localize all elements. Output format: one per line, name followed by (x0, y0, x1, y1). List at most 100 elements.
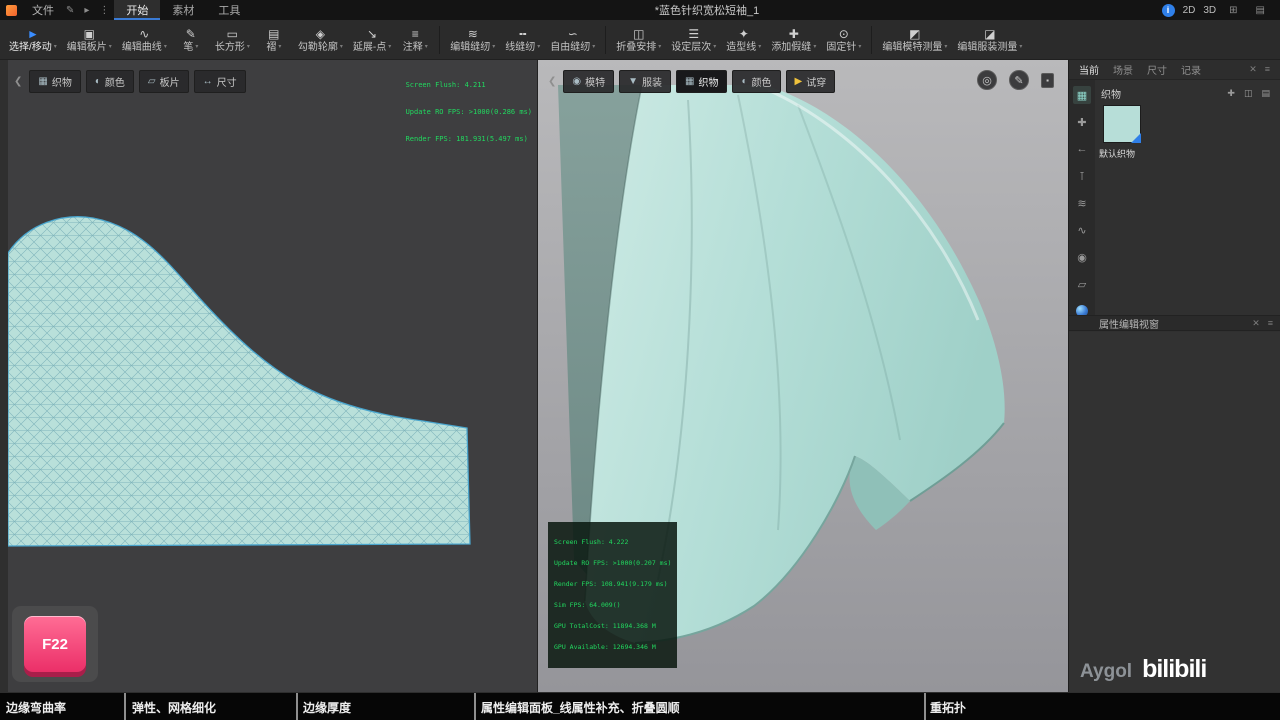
overflow-dots-icon[interactable]: ⋮ (94, 5, 114, 16)
debug-stats-3d: Screen Flush: 4.222 Update RO FPS: >1000… (548, 522, 678, 668)
menu-file[interactable]: 文件 (25, 0, 61, 20)
property-editor-header[interactable]: 属性编辑视窗 ✕ ≡ (1069, 315, 1280, 331)
extend-point-icon: ↘ (367, 27, 378, 41)
tool-label: 褶 (266, 42, 277, 53)
left-edge-strip (0, 60, 8, 692)
tool-pleat[interactable]: ▤ 褶 ▾ (255, 20, 293, 59)
debug-line: Render FPS: 108.941(9.179 ms) (554, 580, 668, 588)
app-logo-icon (6, 4, 17, 16)
sidebar-tab-size[interactable]: 尺寸 (1147, 62, 1167, 77)
tool-edit-sewing[interactable]: ≋ 编辑缝纫 ▾ (445, 20, 500, 59)
chapter-tick (474, 693, 476, 720)
sidebar-tab-current[interactable]: 当前 (1079, 62, 1099, 77)
fabric-swatch[interactable] (1103, 105, 1141, 143)
garment-3d-viewport[interactable]: ❮ ◉ 模特 ▼ 服装 ▦ 织物 ◐ 颜色 ▶ 试穿 ◎ ✎ ▪ Screen … (537, 60, 1069, 692)
view3d-tab-fabric[interactable]: ▦ 织物 (676, 70, 728, 93)
tool-rectangle[interactable]: ▭ 长方形 ▾ (210, 20, 255, 59)
view3d-corner-tools: ◎ ✎ ▪ (977, 70, 1054, 90)
tool-edit-garment-measure[interactable]: ◪ 编辑服装测量 ▾ (952, 20, 1027, 59)
arrow-left-icon[interactable]: ← (1073, 140, 1091, 158)
hotkey-f22: F22 (24, 616, 86, 672)
ribbon-tab-start[interactable]: 开始 (114, 0, 161, 20)
tool-set-layer[interactable]: ☰ 设定层次 ▾ (666, 20, 721, 59)
mode-3d-button[interactable]: 3D (1203, 5, 1216, 16)
tool-trace-outline[interactable]: ◈ 勾勒轮廓 ▾ (293, 20, 348, 59)
color-icon: ◐ (94, 76, 101, 87)
tool-pin[interactable]: ⊙ 固定针 ▾ (821, 20, 866, 59)
view3d-tab-avatar[interactable]: ◉ 模特 (563, 70, 615, 93)
tool-edit-curve[interactable]: ∿ 编辑曲线 ▾ (117, 20, 172, 59)
style-line-icon: ✦ (738, 27, 749, 41)
tool-label: 编辑曲线 (121, 42, 162, 53)
debug-line: GPU Available: 12694.346 M (554, 643, 656, 651)
add-fabric-icon[interactable]: ✚ (1227, 88, 1235, 99)
caret-icon: ▾ (388, 44, 392, 50)
view2d-tab-pattern[interactable]: ▱ 板片 (138, 70, 189, 93)
layout-panel-icon[interactable]: ▤ (1251, 5, 1270, 16)
render-mode-icon[interactable]: ◎ (977, 70, 997, 90)
uploader-watermark: Aygol (1080, 661, 1133, 682)
view3d-tab-tryon[interactable]: ▶ 试穿 (785, 70, 836, 93)
tool-fold-arrange[interactable]: ◫ 折叠安排 ▾ (611, 20, 666, 59)
tool-label: 设定层次 (671, 42, 712, 53)
tool-annotation[interactable]: ≡ 注释 ▾ (396, 20, 434, 59)
pattern-2d-viewport[interactable]: ❮ ▦ 织物 ◐ 颜色 ▱ 板片 ↔ 尺寸 Screen Flush: 4.21… (8, 60, 537, 692)
video-chapter-bar[interactable]: 边缘弯曲率 弹性、网格细化 边缘厚度 属性编辑面板_线属性补充、折叠圆顺 重拓扑 (0, 692, 1280, 720)
chapter-label: 重拓扑 (930, 701, 967, 715)
button-icon[interactable]: ◉ (1073, 248, 1091, 266)
sidebar-tab-scene[interactable]: 场景 (1113, 62, 1133, 77)
tool-pen[interactable]: ✎ 笔 ▾ (172, 20, 210, 59)
pin-icon[interactable]: ⊺ (1073, 167, 1091, 185)
grid-view-icon[interactable]: ◫ (1244, 88, 1253, 99)
viewport-mini-button[interactable]: ▪ (1041, 72, 1054, 88)
tool-select-move[interactable]: ► 选择/移动 ▾ (4, 20, 62, 59)
fabric-icon[interactable]: ▦ (1073, 86, 1091, 104)
tool-add-basting[interactable]: ✚ 添加假缝 ▾ (766, 20, 821, 59)
caret-icon: ▾ (246, 44, 250, 50)
tool-edit-pattern[interactable]: ▣ 编辑板片 ▾ (62, 20, 117, 59)
tool-label: 编辑服装测量 (957, 42, 1018, 53)
grid-icon[interactable]: ⊞ (1224, 5, 1242, 16)
view2d-tab-size[interactable]: ↔ 尺寸 (193, 70, 246, 93)
account-icon[interactable]: i (1161, 3, 1175, 17)
document-title: *蓝色针织宽松短袖_1 (654, 5, 760, 17)
close-icon[interactable]: ✕ (1252, 318, 1260, 329)
app-window: 文件 ✎ ▸ ⋮ 开始 素材 工具 *蓝色针织宽松短袖_1 i 2D 3D ⊞ … (0, 0, 1280, 720)
view2d-tab-fabric[interactable]: ▦ 织物 (29, 70, 81, 93)
tool-segment-sewing[interactable]: ╍ 线缝纫 ▾ (500, 20, 545, 59)
collapse-left-icon[interactable]: ❮ (546, 76, 558, 87)
collapse-left-icon[interactable]: ❮ (12, 76, 24, 87)
trim-icon[interactable]: ▱ (1073, 275, 1091, 293)
arrow-icon[interactable]: ▸ (79, 5, 94, 16)
ribbon-tab-material[interactable]: 素材 (160, 0, 206, 20)
zigzag-icon[interactable]: ≋ (1073, 194, 1091, 212)
close-icon[interactable]: ✕ (1249, 64, 1257, 75)
menu-icon[interactable]: ≡ (1265, 64, 1270, 75)
ribbon-tab-tools[interactable]: 工具 (206, 0, 252, 20)
caret-icon: ▾ (339, 44, 343, 50)
menu-icon[interactable]: ≡ (1268, 318, 1273, 329)
tool-free-sewing[interactable]: ∽ 自由缝纫 ▾ (545, 20, 600, 59)
pattern-icon: ▱ (147, 76, 156, 87)
sidebar-tab-record[interactable]: 记录 (1181, 62, 1201, 77)
tool-edit-avatar-measure[interactable]: ◩ 编辑模特测量 ▾ (877, 20, 952, 59)
tool-style-line[interactable]: ✦ 造型线 ▾ (721, 20, 766, 59)
view3d-tab-color[interactable]: ◐ 颜色 (732, 70, 781, 93)
view2d-tab-color[interactable]: ◐ 颜色 (85, 70, 134, 93)
view3d-tab-row: ❮ ◉ 模特 ▼ 服装 ▦ 织物 ◐ 颜色 ▶ 试穿 (546, 70, 836, 93)
pen-icon[interactable]: ✎ (61, 5, 79, 16)
tool-label: 线缝纫 (505, 42, 536, 53)
mode-2d-button[interactable]: 2D (1183, 5, 1196, 16)
debug-line: Screen Flush: 4.211 (405, 81, 486, 89)
wave-icon[interactable]: ∿ (1073, 221, 1091, 239)
fold-arrange-icon: ◫ (633, 27, 645, 41)
add-icon[interactable]: ✚ (1073, 113, 1091, 131)
tool-label: 折叠安排 (616, 42, 657, 53)
tab-label: 尺寸 (216, 78, 237, 89)
tool-extend-point[interactable]: ↘ 延展-点 ▾ (348, 20, 396, 59)
trace-outline-icon: ◈ (315, 27, 325, 41)
list-view-icon[interactable]: ▤ (1261, 88, 1270, 99)
annotate-pen-icon[interactable]: ✎ (1009, 70, 1029, 90)
fabric-icon: ▦ (685, 76, 695, 87)
view3d-tab-garment[interactable]: ▼ 服装 (619, 70, 672, 93)
